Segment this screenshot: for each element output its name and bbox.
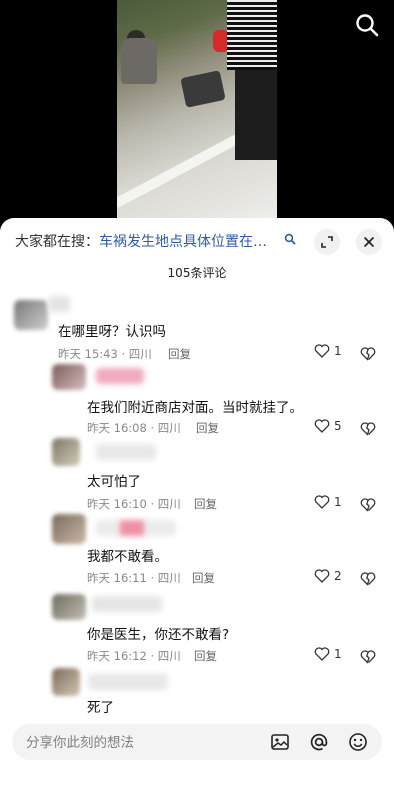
username-blurred[interactable] xyxy=(48,296,70,312)
video-bag xyxy=(180,70,226,108)
expand-icon xyxy=(321,236,333,248)
avatar[interactable] xyxy=(52,438,80,466)
username-blurred[interactable] xyxy=(92,596,162,612)
like-button[interactable]: 1 xyxy=(314,647,342,661)
avatar[interactable] xyxy=(52,594,86,620)
comment-text: 在我们附近商店对面。当时就挂了。 xyxy=(87,400,303,416)
reply-button[interactable]: 回复 xyxy=(192,570,215,586)
comment-sheet: 大家都在搜：车祸发生地点具体位置在… 105条评论 在哪里呀？认识吗 昨天 15… xyxy=(0,218,394,800)
like-count: 5 xyxy=(334,419,342,433)
like-count: 1 xyxy=(334,344,342,358)
video-person-shirt xyxy=(227,0,277,70)
reply-button[interactable]: 回复 xyxy=(194,496,217,512)
avatar[interactable] xyxy=(52,514,86,544)
avatar[interactable] xyxy=(52,364,86,390)
heart-icon xyxy=(314,344,330,358)
like-button[interactable]: 1 xyxy=(314,495,342,509)
username-blurred[interactable] xyxy=(96,444,156,460)
like-button[interactable]: 1 xyxy=(314,344,342,358)
broken-heart-icon xyxy=(360,347,376,361)
heart-icon xyxy=(314,647,330,661)
video-person-left xyxy=(121,38,157,84)
heart-icon xyxy=(314,419,330,433)
username-blurred[interactable] xyxy=(96,520,176,536)
broken-heart-icon xyxy=(360,422,376,436)
reply-button[interactable]: 回复 xyxy=(196,420,219,436)
heart-icon xyxy=(314,495,330,509)
username-blurred[interactable] xyxy=(96,368,144,384)
like-count: 2 xyxy=(334,569,342,583)
comment-text: 在哪里呀？认识吗 xyxy=(58,324,166,340)
comment-meta: 昨天 15:43 · 四川 xyxy=(58,347,152,361)
comment-item: 死了 xyxy=(0,668,394,716)
comment-text: 太可怕了 xyxy=(87,474,141,490)
hot-search-query[interactable]: 车祸发生地点具体位置在… xyxy=(99,234,267,250)
close-button[interactable] xyxy=(356,229,382,255)
reply-button[interactable]: 回复 xyxy=(168,346,191,362)
username-blurred[interactable] xyxy=(88,674,168,690)
dislike-button[interactable] xyxy=(360,649,376,668)
broken-heart-icon xyxy=(360,498,376,512)
comment-count: 105条评论 xyxy=(167,266,227,280)
search-button[interactable] xyxy=(354,12,380,38)
comment-text: 你是医生，你还不敢看? xyxy=(87,627,230,643)
like-button[interactable]: 2 xyxy=(314,569,342,583)
comment-input[interactable] xyxy=(24,724,258,762)
hot-search-bar[interactable]: 大家都在搜：车祸发生地点具体位置在… xyxy=(0,218,394,264)
comment-text: 死了 xyxy=(87,700,114,716)
search-icon xyxy=(356,14,379,37)
comment-item: 在哪里呀？认识吗 昨天 15:43 · 四川 回复 1 xyxy=(0,292,394,368)
broken-heart-icon xyxy=(360,650,376,664)
comment-item: 太可怕了 昨天 16:10 · 四川 回复 1 xyxy=(0,438,394,514)
comment-item: 我都不敢看。 昨天 16:11 · 四川 回复 2 xyxy=(0,514,394,590)
comment-meta: 昨天 16:11 · 四川 xyxy=(87,571,181,585)
hot-search-text[interactable]: 大家都在搜：车祸发生地点具体位置在… xyxy=(15,231,267,251)
close-icon xyxy=(364,237,374,247)
emoji-icon[interactable] xyxy=(348,732,368,752)
dislike-button[interactable] xyxy=(360,346,376,365)
video-frame[interactable] xyxy=(117,0,277,218)
like-count: 1 xyxy=(334,647,342,661)
reply-button[interactable]: 回复 xyxy=(194,648,217,664)
comment-meta: 昨天 16:12 · 四川 xyxy=(87,649,181,663)
comment-item: 你是医生，你还不敢看? 昨天 16:12 · 四川 回复 1 xyxy=(0,592,394,668)
video-player[interactable] xyxy=(0,0,394,218)
like-count: 1 xyxy=(334,495,342,509)
search-icon[interactable] xyxy=(284,233,296,245)
comment-meta: 昨天 16:10 · 四川 xyxy=(87,497,181,511)
like-button[interactable]: 5 xyxy=(314,419,342,433)
heart-icon xyxy=(314,569,330,583)
avatar[interactable] xyxy=(14,300,48,330)
comment-text: 我都不敢看。 xyxy=(87,549,168,565)
expand-button[interactable] xyxy=(314,229,340,255)
hot-search-prefix: 大家都在搜： xyxy=(15,234,99,250)
at-icon[interactable] xyxy=(309,732,329,752)
broken-heart-icon xyxy=(360,572,376,586)
comment-meta: 昨天 16:08 · 四川 xyxy=(87,421,181,435)
avatar[interactable] xyxy=(52,668,80,696)
image-icon[interactable] xyxy=(270,732,290,752)
dislike-button[interactable] xyxy=(360,571,376,590)
comment-input-bar[interactable] xyxy=(12,724,382,762)
comment-item: 在我们附近商店对面。当时就挂了。 昨天 16:08 · 四川 回复 5 xyxy=(0,364,394,440)
